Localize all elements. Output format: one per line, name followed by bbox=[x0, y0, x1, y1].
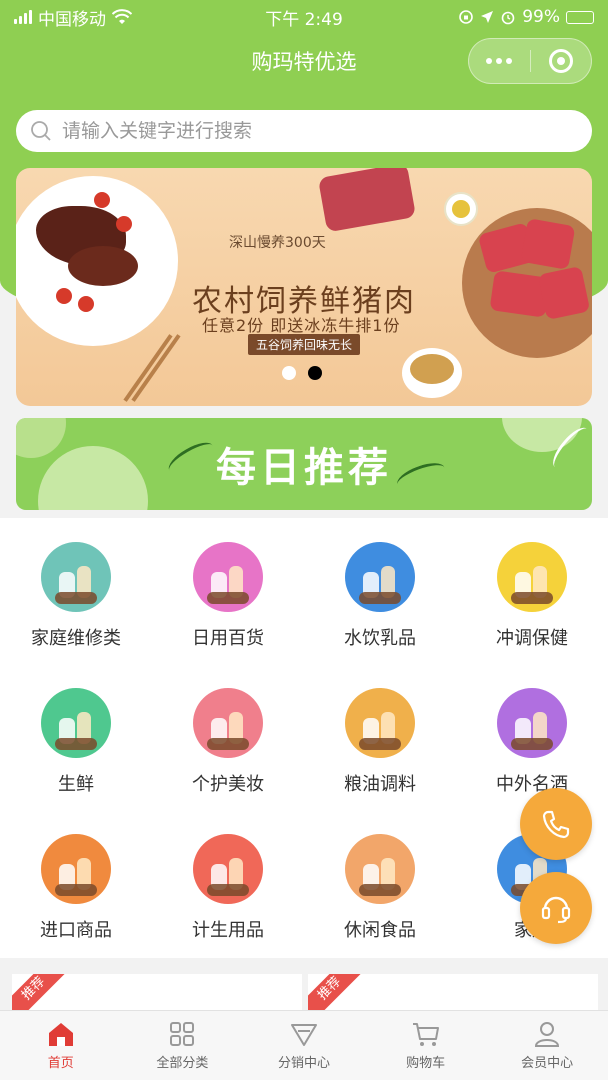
carousel-indicator bbox=[282, 366, 322, 380]
liquor-icon bbox=[497, 688, 567, 758]
category-label: 生鲜 bbox=[58, 774, 94, 795]
distribution-icon bbox=[290, 1024, 317, 1046]
category-label: 计生用品 bbox=[192, 920, 264, 941]
beef-image bbox=[317, 168, 417, 233]
category-item[interactable]: 家庭维修类 bbox=[0, 518, 152, 664]
customer-service-icon bbox=[541, 896, 571, 924]
banner-subtitle: 深山慢养300天 bbox=[229, 235, 326, 251]
raw-pork-image bbox=[462, 208, 592, 358]
tab-label: 会员中心 bbox=[521, 1056, 574, 1071]
category-item[interactable]: 冲调保健 bbox=[456, 518, 608, 664]
alarm-icon bbox=[501, 11, 515, 25]
tab-distribution[interactable]: 分销中心 bbox=[243, 1011, 365, 1080]
banner-offer: 任意2份 即送冰冻牛排1份 bbox=[202, 316, 401, 335]
member-icon bbox=[535, 1022, 560, 1047]
household-goods-icon bbox=[193, 542, 263, 612]
category-grid: 家庭维修类 日用百货 水饮乳品 冲调保健生鲜 个护美妆 粮油调料 中外名酒进口商品 计生用品 休… bbox=[0, 518, 608, 958]
imported-goods-icon bbox=[41, 834, 111, 904]
category-label: 家庭维修类 bbox=[31, 628, 121, 649]
phone-call-button[interactable] bbox=[520, 788, 592, 860]
carrier-label: 中国移动 bbox=[38, 9, 106, 30]
grain-bowl-image bbox=[402, 348, 462, 398]
status-bar: 中国移动 下午 2:49 99% bbox=[0, 0, 608, 34]
daily-recommend-banner[interactable]: 每日推荐 bbox=[16, 418, 592, 510]
bottom-tab-bar: 首页 全部分类 分销中心 购物车 会员中心 bbox=[0, 1010, 608, 1080]
home-icon bbox=[48, 1023, 73, 1046]
more-options-icon[interactable] bbox=[469, 58, 530, 64]
tab-all-categories[interactable]: 全部分类 bbox=[122, 1011, 244, 1080]
close-miniprogram-icon[interactable] bbox=[531, 49, 592, 73]
category-item[interactable]: 日用百货 bbox=[152, 518, 304, 664]
recommend-badge: 推荐 bbox=[308, 974, 367, 1010]
leaf-icon bbox=[164, 436, 218, 480]
grain-oil-icon bbox=[345, 688, 415, 758]
wifi-icon bbox=[112, 9, 132, 24]
promo-banner[interactable]: 深山慢养300天 农村饲养鲜猪肉 任意2份 即送冰冻牛排1份 五谷饲养回味无长 bbox=[16, 168, 592, 406]
tab-cart[interactable]: 购物车 bbox=[365, 1011, 487, 1080]
clock: 下午 2:49 bbox=[265, 9, 343, 30]
category-item[interactable]: 计生用品 bbox=[152, 810, 304, 956]
tab-home[interactable]: 首页 bbox=[0, 1011, 122, 1080]
category-label: 休闲食品 bbox=[344, 920, 416, 941]
rotation-lock-icon bbox=[459, 10, 474, 24]
carousel-dot-active[interactable] bbox=[308, 366, 322, 380]
oil-bowl-image bbox=[444, 192, 478, 226]
carousel-dot[interactable] bbox=[282, 366, 296, 380]
miniprogram-capsule bbox=[468, 38, 592, 84]
battery-icon bbox=[566, 10, 594, 24]
signal-icon bbox=[14, 10, 32, 24]
category-grid-icon bbox=[170, 1022, 195, 1046]
recommend-card[interactable]: 推荐 bbox=[308, 974, 598, 1010]
page-title: 购玛特优选 bbox=[251, 50, 357, 74]
phone-icon bbox=[542, 810, 570, 839]
tab-member[interactable]: 会员中心 bbox=[486, 1011, 608, 1080]
daily-recommend-title: 每日推荐 bbox=[216, 445, 392, 491]
tab-label: 分销中心 bbox=[277, 1056, 330, 1071]
cart-icon bbox=[412, 1023, 439, 1046]
category-item[interactable]: 休闲食品 bbox=[304, 810, 456, 956]
location-icon bbox=[481, 11, 494, 23]
battery-percent: 99% bbox=[522, 7, 560, 27]
drinks-icon bbox=[345, 542, 415, 612]
search-bar[interactable] bbox=[16, 110, 592, 152]
category-item[interactable]: 水饮乳品 bbox=[304, 518, 456, 664]
category-label: 个护美妆 bbox=[192, 774, 264, 795]
repairman-icon bbox=[41, 542, 111, 612]
category-item[interactable]: 个护美妆 bbox=[152, 664, 304, 810]
recommend-section: 推荐 推荐 bbox=[0, 970, 608, 1010]
category-label: 粮油调料 bbox=[344, 774, 416, 795]
category-item[interactable]: 进口商品 bbox=[0, 810, 152, 956]
category-item[interactable]: 生鲜 bbox=[0, 664, 152, 810]
steak-plate-image bbox=[16, 176, 178, 346]
chopsticks-image bbox=[123, 334, 173, 402]
tab-label: 首页 bbox=[47, 1056, 74, 1071]
category-item[interactable]: 粮油调料 bbox=[304, 664, 456, 810]
search-icon bbox=[31, 121, 51, 141]
seafood-icon bbox=[41, 688, 111, 758]
banner-tag: 五谷饲养回味无长 bbox=[248, 334, 361, 355]
category-label: 冲调保健 bbox=[496, 628, 568, 649]
leaf-icon bbox=[394, 458, 448, 494]
title-bar: 购玛特优选 bbox=[0, 38, 608, 84]
category-label: 进口商品 bbox=[40, 920, 112, 941]
recommend-badge: 推荐 bbox=[12, 974, 71, 1010]
health-drinks-icon bbox=[497, 542, 567, 612]
recommend-card[interactable]: 推荐 bbox=[12, 974, 302, 1010]
snacks-icon bbox=[345, 834, 415, 904]
customer-service-button[interactable] bbox=[520, 872, 592, 944]
family-planning-icon bbox=[193, 834, 263, 904]
category-item[interactable]: 中外名酒 bbox=[456, 664, 608, 810]
category-label: 日用百货 bbox=[192, 628, 264, 649]
cosmetics-icon bbox=[193, 688, 263, 758]
tab-label: 购物车 bbox=[406, 1056, 446, 1071]
tab-label: 全部分类 bbox=[156, 1056, 209, 1071]
category-label: 水饮乳品 bbox=[344, 628, 416, 649]
search-input[interactable] bbox=[62, 120, 592, 142]
